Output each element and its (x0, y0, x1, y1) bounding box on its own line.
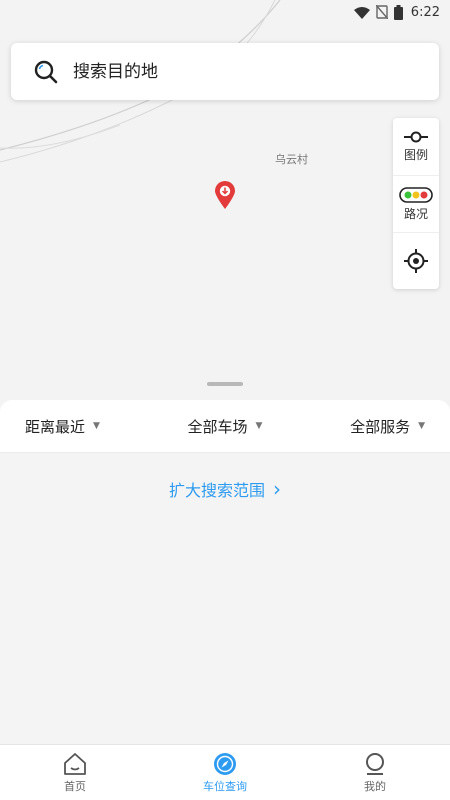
nav-parking-query[interactable]: 车位查询 (150, 752, 300, 794)
locate-button[interactable] (393, 233, 439, 289)
search-input[interactable] (73, 61, 393, 82)
location-pin-icon[interactable] (214, 180, 236, 210)
nav-home-label: 首页 (64, 779, 86, 793)
filter-bar: 距离最近 ▼ 全部车场 ▼ 全部服务 ▼ (0, 400, 450, 453)
legend-icon (404, 131, 428, 143)
compass-icon (214, 752, 236, 775)
home-icon (64, 752, 86, 775)
chevron-right-icon: › (273, 477, 281, 501)
caret-down-icon: ▼ (418, 421, 425, 431)
map-place-label: 乌云村 (275, 153, 308, 166)
expand-search-link[interactable]: 扩大搜索范围 › (0, 477, 450, 501)
caret-down-icon: ▼ (255, 421, 263, 431)
no-sim-icon (375, 5, 388, 19)
bottom-nav: 首页 车位查询 我的 (0, 744, 450, 800)
lots-filter-dropdown[interactable]: 全部车场 ▼ (188, 416, 263, 437)
nav-me-label: 我的 (364, 779, 386, 793)
map-side-panel: 图例 路况 (393, 118, 439, 289)
traffic-light-icon (399, 186, 433, 203)
nav-home[interactable]: 首页 (0, 752, 150, 794)
map-view[interactable]: 6:22 乌云村 图例 路况 (0, 0, 450, 405)
status-bar: 6:22 (0, 0, 450, 24)
nav-me[interactable]: 我的 (300, 752, 450, 794)
battery-icon (393, 4, 403, 20)
search-bar[interactable] (11, 43, 439, 100)
profile-icon (366, 752, 384, 775)
nav-parking-label: 车位查询 (203, 779, 247, 793)
wifi-icon (353, 6, 370, 19)
search-icon (34, 60, 58, 83)
lots-filter-label: 全部车场 (187, 417, 248, 436)
status-time: 6:22 (410, 4, 440, 20)
traffic-button[interactable]: 路况 (393, 176, 439, 233)
legend-label: 图例 (403, 148, 428, 162)
services-filter-dropdown[interactable]: 全部服务 ▼ (350, 416, 425, 437)
crosshair-icon (404, 249, 428, 273)
services-filter-label: 全部服务 (350, 417, 411, 436)
expand-search-label: 扩大搜索范围 (168, 481, 265, 500)
sheet-drag-handle[interactable] (207, 382, 243, 386)
legend-button[interactable]: 图例 (393, 118, 439, 176)
caret-down-icon: ▼ (93, 421, 100, 431)
traffic-label: 路况 (403, 206, 428, 221)
results-sheet: 距离最近 ▼ 全部车场 ▼ 全部服务 ▼ 扩大搜索范围 › (0, 400, 450, 744)
sort-filter-label: 距离最近 (25, 417, 86, 436)
sort-filter-dropdown[interactable]: 距离最近 ▼ (25, 416, 100, 437)
